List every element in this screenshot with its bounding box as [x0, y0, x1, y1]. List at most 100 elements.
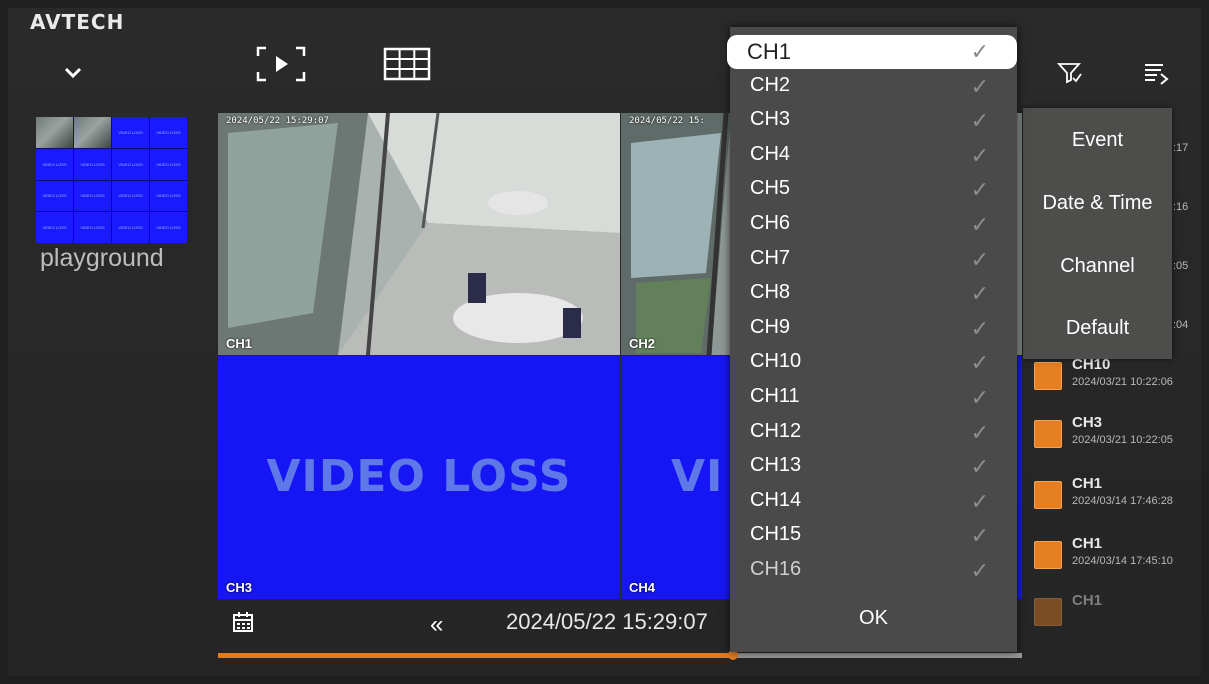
- checkmark-icon: ✓: [970, 419, 989, 445]
- event-channel: CH3: [1072, 414, 1103, 431]
- thumb-cell: VIDEO LOSS: [112, 117, 149, 148]
- channel-option-label: CH7: [750, 246, 791, 269]
- channel-option-label: CH8: [750, 281, 791, 304]
- event-item[interactable]: CH1 2024/03/14 17:46:28: [1034, 475, 1194, 519]
- sort-option-date-time[interactable]: Date & Time: [1023, 192, 1172, 215]
- chevron-down-icon[interactable]: [62, 62, 84, 84]
- cell-channel-label: CH1: [226, 336, 253, 351]
- channel-option-ch12[interactable]: CH12 ✓: [730, 416, 1017, 450]
- channel-option-label: CH5: [750, 177, 791, 200]
- thumb-cell: VIDEO LOSS: [150, 148, 187, 180]
- channel-option-ch6[interactable]: CH6 ✓: [730, 208, 1017, 242]
- cell-timestamp: 2024/05/22 15:29:07: [226, 116, 329, 126]
- channel-option-ch11[interactable]: CH11 ✓: [730, 381, 1017, 415]
- playback-progress-bar[interactable]: [218, 650, 1022, 660]
- calendar-icon[interactable]: [232, 611, 254, 633]
- sort-list-icon[interactable]: [1143, 60, 1171, 86]
- car-person-icon: [1034, 420, 1062, 448]
- thumb-cell: VIDEO LOSS: [36, 180, 73, 212]
- thumb-cell: VIDEO LOSS: [112, 148, 149, 180]
- filter-icon[interactable]: [1057, 60, 1083, 86]
- channel-option-ch8[interactable]: CH8 ✓: [730, 277, 1017, 311]
- checkmark-icon: ✓: [970, 39, 989, 64]
- channel-option-ch7[interactable]: CH7 ✓: [730, 243, 1017, 277]
- channel-option-ch13[interactable]: CH13 ✓: [730, 450, 1017, 484]
- event-item[interactable]: CH1: [1034, 592, 1194, 636]
- channel-option-ch15[interactable]: CH15 ✓: [730, 519, 1017, 553]
- grid-layout-icon[interactable]: [382, 44, 432, 84]
- checkmark-icon: ✓: [970, 488, 989, 514]
- channel-option-ch2[interactable]: CH2 ✓: [730, 70, 1017, 104]
- cell-timestamp: 2024/05/22 15:: [629, 116, 705, 126]
- channel-option-ch3[interactable]: CH3 ✓: [730, 104, 1017, 138]
- event-channel: CH1: [1072, 475, 1103, 492]
- event-item[interactable]: CH10 2024/03/21 10:22:06: [1034, 356, 1194, 400]
- event-time: 2024/03/14 17:46:28: [1072, 495, 1173, 507]
- sort-option-event[interactable]: Event: [1023, 129, 1172, 152]
- playback-datetime: 2024/05/22 15:29:07: [506, 609, 708, 634]
- channel-option-label: CH13: [750, 454, 802, 477]
- thumb-cell: VIDEO LOSS: [150, 180, 187, 212]
- channel-option-label: CH10: [750, 350, 802, 373]
- checkmark-icon: ✓: [970, 246, 989, 272]
- channel-option-ch4[interactable]: CH4 ✓: [730, 139, 1017, 173]
- thumb-cell: VIDEO LOSS: [74, 212, 111, 243]
- channel-option-label: CH16: [750, 558, 802, 580]
- event-item[interactable]: CH1 2024/03/14 17:45:10: [1034, 535, 1194, 579]
- car-person-icon: [1034, 598, 1062, 626]
- fullscreen-play-icon[interactable]: [256, 44, 306, 84]
- channel-option-label: CH2: [750, 73, 791, 96]
- video-loss-text: VIDEO LOSS: [266, 451, 572, 502]
- car-person-icon: [1034, 541, 1062, 569]
- sort-option-channel[interactable]: Channel: [1023, 255, 1172, 278]
- thumb-cell: VIDEO LOSS: [112, 180, 149, 212]
- playground-thumbnail[interactable]: VIDEO LOSS VIDEO LOSS VIDEO LOSS VIDEO L…: [36, 117, 187, 243]
- cell-channel-label: CH3: [226, 580, 253, 595]
- thumb-cell: [36, 117, 73, 148]
- checkmark-icon: ✓: [970, 315, 989, 341]
- thumb-cell: VIDEO LOSS: [74, 180, 111, 212]
- event-time: 2024/03/14 17:45:10: [1072, 555, 1173, 567]
- thumb-cell: VIDEO LOSS: [150, 117, 187, 148]
- avtech-logo: AVTECH: [30, 10, 125, 34]
- camera-feed-image: [218, 113, 620, 355]
- channel-option-ch10[interactable]: CH10 ✓: [730, 346, 1017, 380]
- checkmark-icon: ✓: [970, 454, 989, 480]
- channel-option-label: CH6: [750, 212, 791, 234]
- thumb-cell: [74, 117, 111, 148]
- video-cell-ch1[interactable]: 2024/05/22 15:29:07 CH1: [218, 113, 620, 355]
- sort-menu: Event Date & Time Channel Default: [1023, 108, 1172, 359]
- thumb-cell: VIDEO LOSS: [150, 212, 187, 243]
- checkmark-icon: ✓: [970, 108, 989, 134]
- channel-option-ch5[interactable]: CH5 ✓: [730, 173, 1017, 207]
- video-cell-ch3[interactable]: VIDEO LOSS CH3: [218, 356, 620, 599]
- rewind-button[interactable]: «: [430, 611, 443, 639]
- car-person-icon: [1034, 481, 1062, 509]
- channel-option-label: CH4: [750, 142, 791, 165]
- thumb-cell: VIDEO LOSS: [36, 148, 73, 180]
- channel-option-label: CH1: [747, 39, 792, 64]
- channel-option-label: CH11: [750, 385, 800, 407]
- channel-option-ch14[interactable]: CH14 ✓: [730, 485, 1017, 519]
- cell-channel-label: CH2: [629, 336, 656, 351]
- checkmark-icon: ✓: [970, 142, 989, 168]
- event-item[interactable]: CH3 2024/03/21 10:22:05: [1034, 414, 1194, 458]
- channel-selector-panel: OK CH1 ✓ CH2 ✓ CH3 ✓ CH4 ✓ CH5 ✓ CH6 ✓ CH7 ✓ CH8 ✓ CH9 ✓ C…: [727, 27, 1017, 652]
- event-channel: CH1: [1072, 535, 1103, 552]
- thumb-cell: VIDEO LOSS: [36, 212, 73, 243]
- channel-option-ch1[interactable]: CH1 ✓: [727, 35, 1017, 69]
- checkmark-icon: ✓: [970, 385, 989, 410]
- event-time: 2024/03/21 10:22:06: [1072, 376, 1173, 388]
- ok-button[interactable]: OK: [730, 607, 1017, 630]
- channel-option-ch9[interactable]: CH9 ✓: [730, 312, 1017, 346]
- checkmark-icon: ✓: [970, 523, 989, 549]
- progress-fill: [218, 653, 733, 658]
- thumb-cell: VIDEO LOSS: [112, 212, 149, 243]
- channel-option-label: CH15: [750, 523, 802, 546]
- thumbnail-label: playground: [40, 244, 164, 272]
- checkmark-icon: ✓: [970, 212, 989, 237]
- channel-option-ch16[interactable]: CH16 ✓: [730, 554, 1017, 588]
- checkmark-icon: ✓: [970, 558, 989, 583]
- channel-option-label: CH14: [750, 488, 802, 511]
- sort-option-default[interactable]: Default: [1023, 317, 1172, 340]
